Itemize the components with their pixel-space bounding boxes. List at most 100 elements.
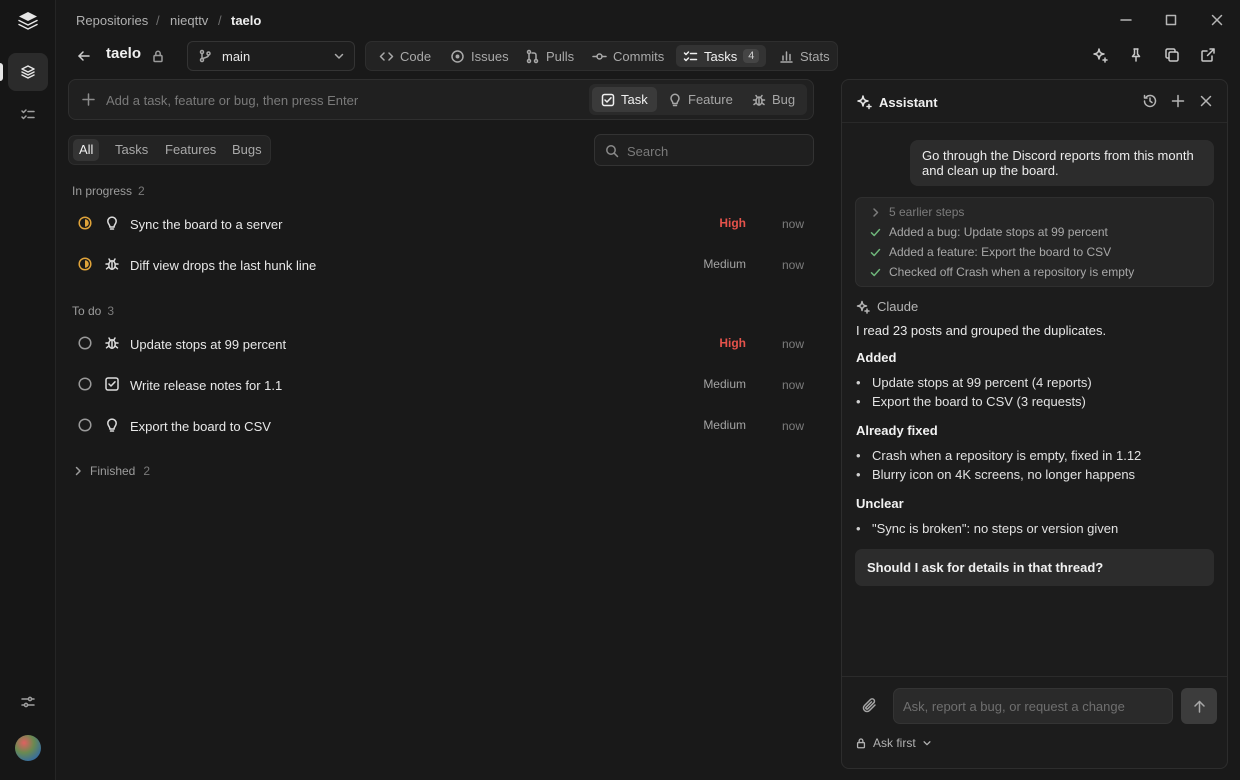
send-button[interactable]: [1181, 688, 1217, 724]
task-row[interactable]: Write release notes for 1.1 Medium now: [68, 366, 814, 404]
tab-issues[interactable]: Issues: [443, 45, 516, 67]
avatar[interactable]: [15, 735, 41, 761]
response-heading: Already fixed: [856, 423, 938, 438]
response-intro: I read 23 posts and grouped the duplicat…: [856, 323, 1107, 338]
paperclip-icon[interactable]: [861, 697, 878, 714]
response-bullet: Crash when a repository is empty, fixed …: [856, 448, 1141, 463]
assistant-header: Assistant: [842, 80, 1227, 123]
assistant-panel: Assistant Go through the Discord reports…: [841, 79, 1228, 769]
search-input[interactable]: [627, 142, 802, 160]
response-bullet: Export the board to CSV (3 requests): [856, 394, 1086, 409]
earlier-steps-toggle[interactable]: 5 earlier steps: [870, 205, 964, 219]
lightbulb-icon: [104, 417, 120, 433]
check-icon: [870, 268, 881, 276]
breadcrumb-separator: /: [156, 13, 160, 28]
add-item-bar: Task Feature Bug: [68, 79, 814, 120]
tab-label: Tasks: [704, 48, 738, 64]
tab-label: Pulls: [546, 48, 575, 64]
claude-name: Claude: [877, 299, 919, 314]
repositories-nav-icon[interactable]: [8, 53, 48, 91]
step-text: Added a feature: Export the board to CSV: [889, 245, 1112, 259]
tab-commits[interactable]: Commits: [585, 45, 671, 67]
sparkle-icon: [856, 94, 872, 110]
type-bug-button[interactable]: Bug: [743, 87, 804, 112]
breadcrumb-repositories[interactable]: Repositories: [76, 13, 148, 28]
copy-icon[interactable]: [1164, 47, 1180, 63]
task-row[interactable]: Export the board to CSV Medium now: [68, 407, 814, 445]
pin-icon[interactable]: [1128, 47, 1144, 63]
tasks-nav-icon[interactable]: [8, 96, 48, 134]
sparkle-icon: [856, 300, 870, 314]
add-item-input[interactable]: [106, 90, 576, 110]
task-time: now: [781, 217, 804, 231]
permission-mode-select[interactable]: Ask first: [855, 736, 932, 750]
in-progress-status-icon[interactable]: [78, 216, 92, 230]
tab-code[interactable]: Code: [372, 45, 438, 67]
priority-label[interactable]: Medium: [703, 257, 746, 271]
app-logo-icon[interactable]: [17, 10, 39, 32]
todo-status-icon[interactable]: [78, 377, 92, 391]
task-row[interactable]: Update stops at 99 percent High now: [68, 325, 814, 363]
left-rail: [0, 0, 56, 780]
user-message: Go through the Discord reports from this…: [910, 140, 1214, 186]
steps-panel: 5 earlier steps Added a bug: Update stop…: [855, 197, 1214, 287]
type-feature-button[interactable]: Feature: [659, 87, 742, 112]
task-time: now: [781, 258, 804, 272]
todo-status-icon[interactable]: [78, 336, 92, 350]
maximize-icon[interactable]: [1162, 11, 1180, 29]
tab-tasks[interactable]: Tasks 4: [676, 45, 767, 67]
step-item: Checked off Crash when a repository is e…: [870, 265, 1134, 279]
task-row[interactable]: Diff view drops the last hunk line Mediu…: [68, 246, 814, 284]
priority-label[interactable]: Medium: [703, 377, 746, 391]
step-item: Added a feature: Export the board to CSV: [870, 245, 1111, 259]
task-checkbox-icon: [104, 376, 120, 392]
response-bullet: "Sync is broken": no steps or version gi…: [856, 521, 1118, 536]
suggestion-button[interactable]: Should I ask for details in that thread?: [855, 549, 1214, 586]
search-icon: [605, 144, 619, 158]
type-label: Bug: [772, 92, 796, 107]
priority-label[interactable]: High: [719, 336, 746, 350]
task-row[interactable]: Sync the board to a server High now: [68, 205, 814, 243]
task-title: Diff view drops the last hunk line: [130, 258, 317, 273]
step-text: Checked off Crash when a repository is e…: [889, 265, 1135, 279]
minimize-icon[interactable]: [1117, 11, 1135, 29]
tab-label: Stats: [800, 48, 830, 64]
filter-all[interactable]: All: [73, 139, 100, 161]
branch-select[interactable]: main: [187, 41, 355, 71]
close-icon[interactable]: [1198, 93, 1214, 109]
priority-label[interactable]: High: [719, 216, 746, 230]
filter-tabs: All Tasks Features Bugs: [68, 135, 271, 165]
task-title: Export the board to CSV: [130, 419, 271, 434]
tab-count-badge: 4: [743, 49, 760, 63]
close-window-icon[interactable]: [1208, 11, 1226, 29]
group-count: 2: [138, 184, 145, 198]
in-progress-status-icon[interactable]: [78, 257, 92, 271]
history-icon[interactable]: [1142, 93, 1158, 109]
task-title: Sync the board to a server: [130, 217, 283, 232]
tab-stats[interactable]: Stats: [772, 45, 837, 67]
filter-bugs[interactable]: Bugs: [226, 139, 268, 161]
type-task-button[interactable]: Task: [592, 87, 657, 112]
chevron-right-icon: [75, 466, 81, 476]
ai-sparkle-icon[interactable]: [1092, 47, 1109, 64]
todo-status-icon[interactable]: [78, 418, 92, 432]
tab-pulls[interactable]: Pulls: [518, 45, 581, 67]
group-label: To do: [72, 304, 102, 318]
filter-tasks[interactable]: Tasks: [109, 139, 154, 161]
claude-label: Claude: [856, 299, 918, 314]
filter-features[interactable]: Features: [159, 139, 222, 161]
settings-sliders-icon[interactable]: [8, 683, 48, 721]
chevron-down-icon: [923, 741, 931, 746]
bug-icon: [104, 335, 120, 351]
assistant-input[interactable]: [893, 688, 1173, 724]
group-finished-toggle[interactable]: Finished 2: [72, 464, 150, 478]
group-label: Finished: [90, 464, 136, 478]
new-chat-plus-icon[interactable]: [1170, 93, 1186, 109]
priority-label[interactable]: Medium: [703, 418, 746, 432]
task-checkbox-icon: [601, 93, 615, 106]
check-icon: [870, 228, 881, 236]
mode-label: Ask first: [873, 736, 916, 750]
breadcrumb-owner[interactable]: nieqttv: [170, 13, 208, 28]
external-link-icon[interactable]: [1200, 47, 1216, 63]
back-arrow-icon[interactable]: [76, 48, 92, 64]
